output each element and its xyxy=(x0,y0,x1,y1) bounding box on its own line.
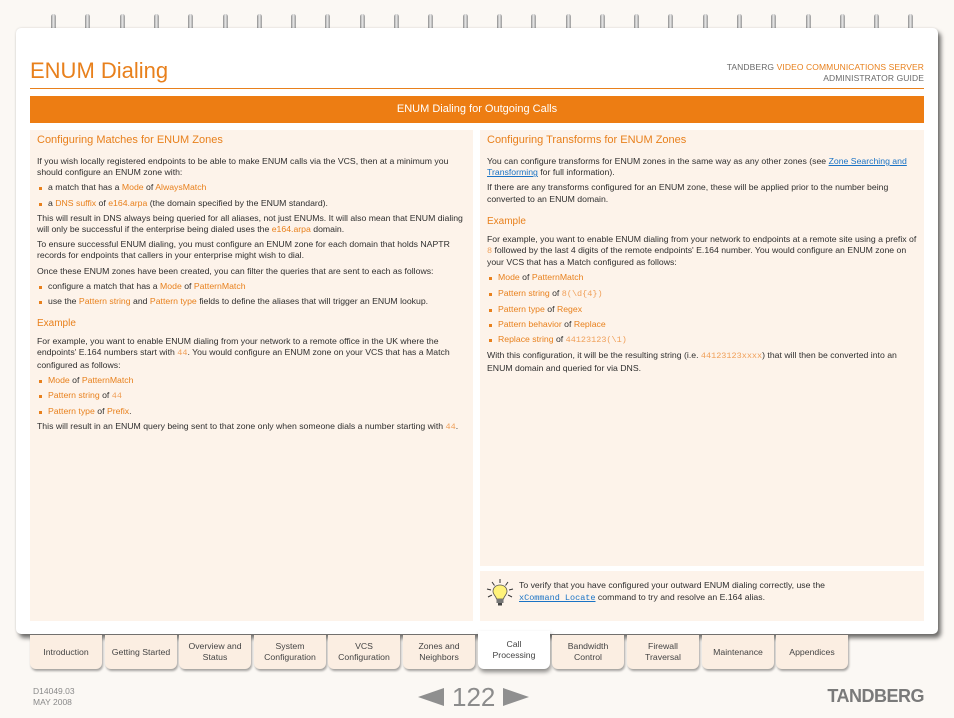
tab-label: VCS Configuration xyxy=(338,641,390,662)
title-divider xyxy=(30,88,924,89)
tandberg-logo: TANDBERG xyxy=(827,686,924,706)
left-paragraph: This will result in an ENUM query being … xyxy=(37,421,459,433)
page-navigation: 122 xyxy=(418,682,530,712)
list-item: Pattern string of 44 xyxy=(37,390,466,402)
tab-label: Introduction xyxy=(43,646,89,657)
right-column: Configuring Transforms for ENUM Zones Yo… xyxy=(480,130,924,566)
right-paragraph: If there are any transforms configured f… xyxy=(487,182,889,204)
tab-overview-and-status[interactable]: Overview and Status xyxy=(179,635,251,669)
tab-label: System Configuration xyxy=(264,641,316,662)
list-item: Replace string of 44123123(\1) xyxy=(487,334,917,346)
left-paragraph: If you wish locally registered endpoints… xyxy=(37,156,449,178)
lightbulb-icon xyxy=(486,579,514,606)
tab-introduction[interactable]: Introduction xyxy=(30,635,102,669)
page-title: ENUM Dialing xyxy=(30,58,169,83)
tab-label: Call Processing xyxy=(492,639,536,660)
right-paragraph: You can configure transforms for ENUM zo… xyxy=(487,156,907,178)
tab-firewall-traversal[interactable]: Firewall Traversal xyxy=(627,635,699,669)
left-bullets-2: configure a match that has a Mode of Pat… xyxy=(37,281,466,307)
xcommand-locate-link[interactable]: xCommand Locate xyxy=(519,593,596,603)
list-item: Mode of PatternMatch xyxy=(37,375,466,386)
tab-call-processing[interactable]: Call Processing xyxy=(478,631,550,669)
list-item: a DNS suffix of e164.arpa (the domain sp… xyxy=(37,198,466,209)
tab-label: Overview and Status xyxy=(188,641,242,662)
list-item: configure a match that has a Mode of Pat… xyxy=(37,281,466,292)
list-item: Pattern behavior of Replace xyxy=(487,319,917,330)
tab-label: Maintenance xyxy=(713,646,763,657)
list-item: a match that has a Mode of AlwaysMatch xyxy=(37,182,466,193)
left-paragraph: To ensure successful ENUM dialing, you m… xyxy=(37,239,450,261)
list-item: Pattern type of Regex xyxy=(487,304,917,315)
tab-label: Bandwidth Control xyxy=(567,641,609,662)
tip-box: To verify that you have configured your … xyxy=(480,571,924,621)
right-heading: Configuring Transforms for ENUM Zones xyxy=(487,134,687,146)
product-header: TANDBERG VIDEO COMMUNICATIONS SERVER ADM… xyxy=(727,62,924,84)
right-paragraph: With this configuration, it will be the … xyxy=(487,350,897,373)
list-item: Pattern string of 8(\d{4}) xyxy=(487,288,917,300)
tab-label: Getting Started xyxy=(111,646,171,657)
tab-system-configuration[interactable]: System Configuration xyxy=(254,635,326,669)
tab-maintenance[interactable]: Maintenance xyxy=(702,635,774,669)
tab-vcs-configuration[interactable]: VCS Configuration xyxy=(328,635,400,669)
tab-label: Appendices xyxy=(789,646,835,657)
list-item: Mode of PatternMatch xyxy=(487,272,917,283)
left-heading: Configuring Matches for ENUM Zones xyxy=(37,134,223,146)
left-paragraph: For example, you want to enable ENUM dia… xyxy=(37,336,450,370)
left-example-heading: Example xyxy=(37,318,76,330)
tip-text: To verify that you have configured your … xyxy=(519,580,825,603)
tab-appendices[interactable]: Appendices xyxy=(776,635,848,669)
right-paragraph: For example, you want to enable ENUM dia… xyxy=(487,233,917,268)
left-column: Configuring Matches for ENUM Zones If yo… xyxy=(30,130,473,621)
right-example-heading: Example xyxy=(487,215,526,227)
tab-label: Firewall Traversal xyxy=(645,641,681,662)
previous-page-arrow-icon[interactable] xyxy=(418,688,444,706)
document-id: D14049.03 MAY 2008 xyxy=(33,686,75,707)
left-paragraph: This will result in DNS always being que… xyxy=(37,212,463,235)
tab-bandwidth-control[interactable]: Bandwidth Control xyxy=(552,635,624,669)
tab-label: Zones and Neighbors xyxy=(418,641,460,662)
page-number: 122 xyxy=(452,682,496,712)
next-page-arrow-icon[interactable] xyxy=(503,688,530,706)
left-bullets-1: a match that has a Mode of AlwaysMatch a… xyxy=(37,182,466,208)
product-name: VIDEO COMMUNICATIONS SERVER xyxy=(776,62,924,72)
right-example-bullets: Mode of PatternMatch Pattern string of 8… xyxy=(487,272,917,346)
list-item: use the Pattern string and Pattern type … xyxy=(37,296,466,307)
list-item: Pattern type of Prefix. xyxy=(37,406,466,417)
left-example-bullets: Mode of PatternMatch Pattern string of 4… xyxy=(37,375,466,418)
section-title-bar: ENUM Dialing for Outgoing Calls xyxy=(30,96,924,123)
tab-getting-started[interactable]: Getting Started xyxy=(105,635,177,669)
tab-zones-and-neighbors[interactable]: Zones and Neighbors xyxy=(403,635,475,669)
guide-name: ADMINISTRATOR GUIDE xyxy=(823,73,924,83)
left-paragraph: Once these ENUM zones have been created,… xyxy=(37,265,434,276)
brand-name: TANDBERG xyxy=(726,62,775,72)
